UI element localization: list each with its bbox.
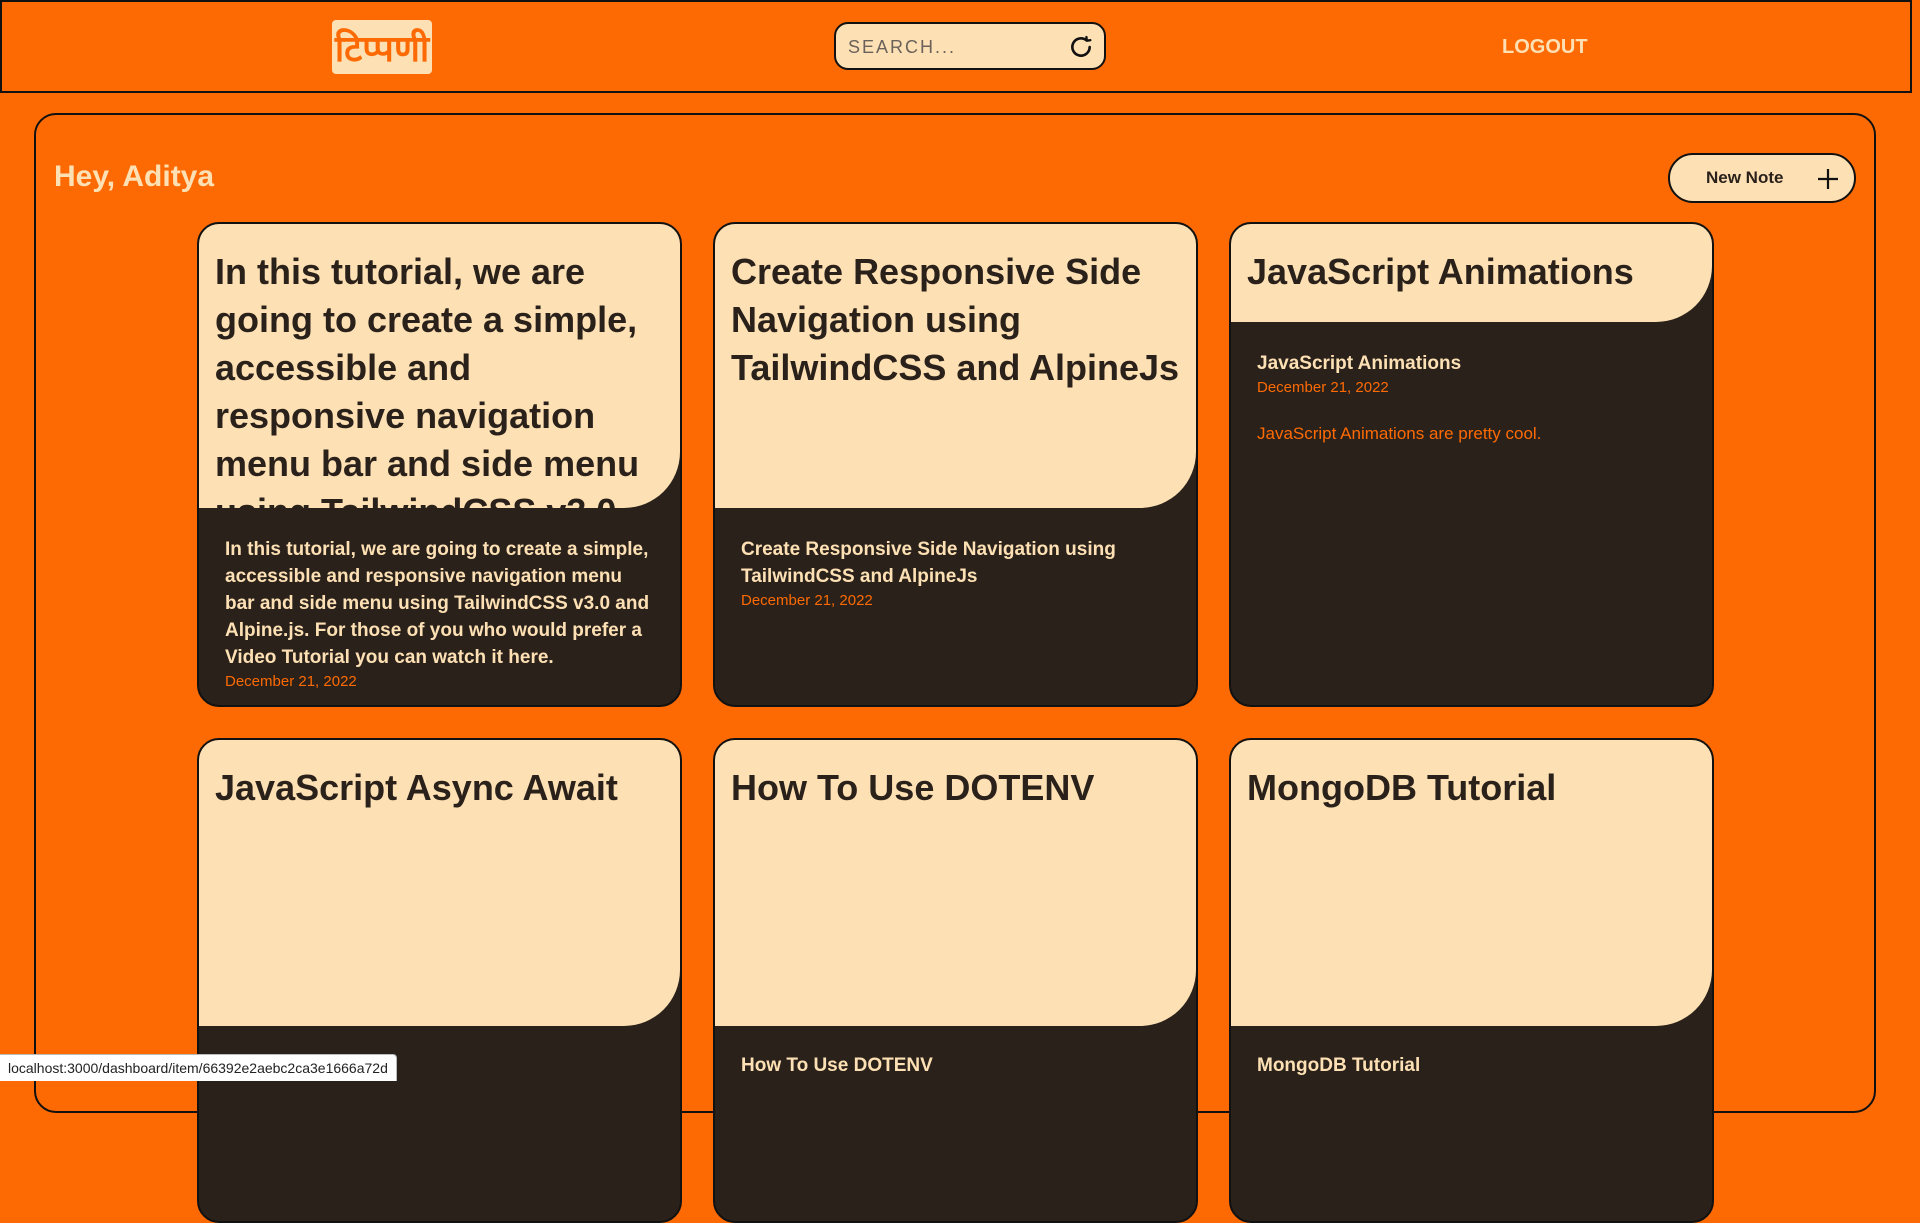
note-card[interactable]: Create Responsive Side Navigation using … (713, 222, 1198, 707)
note-card-header: JavaScript Async Await (199, 740, 680, 1026)
greeting-heading: Hey, Aditya (54, 160, 215, 193)
note-body-title: JavaScript Animations (1257, 353, 1462, 374)
note-card[interactable]: MongoDB Tutorial MongoDB Tutorial (1229, 738, 1714, 1223)
note-title: In this tutorial, we are going to create… (215, 251, 640, 508)
note-body-title: MongoDB Tutorial (1257, 1055, 1421, 1076)
note-title: JavaScript Animations (1247, 251, 1634, 292)
note-card[interactable]: JavaScript Animations JavaScript Animati… (1229, 222, 1714, 707)
note-title: How To Use DOTENV (731, 767, 1095, 808)
note-date: December 21, 2022 (741, 592, 873, 609)
new-note-button[interactable]: New Note (1668, 153, 1856, 203)
app-logo[interactable]: टिप्पणी (332, 20, 432, 74)
logo-text: टिप्पणी (334, 27, 430, 69)
logout-link[interactable]: LOGOUT (1502, 36, 1588, 59)
note-title: MongoDB Tutorial (1247, 767, 1557, 808)
note-card-header: JavaScript Animations (1231, 224, 1712, 322)
note-title: Create Responsive Side Navigation using … (731, 251, 1180, 388)
note-card-body: In this tutorial, we are going to create… (225, 536, 654, 690)
note-card[interactable]: How To Use DOTENV How To Use DOTENV (713, 738, 1198, 1223)
note-card[interactable]: JavaScript Async Await (197, 738, 682, 1223)
note-card-body: JavaScript Animations December 21, 2022 … (1257, 350, 1686, 444)
top-navbar: टिप्पणी LOGOUT (0, 0, 1912, 93)
note-body-title: In this tutorial, we are going to create… (225, 539, 650, 668)
note-card-header: MongoDB Tutorial (1231, 740, 1712, 1026)
search-icon[interactable] (1068, 34, 1094, 60)
note-body-title: How To Use DOTENV (741, 1055, 933, 1076)
note-date: December 21, 2022 (1257, 379, 1389, 396)
plus-icon (1818, 169, 1838, 189)
note-card-body: Create Responsive Side Navigation using … (741, 536, 1170, 609)
note-title: JavaScript Async Await (215, 767, 618, 808)
note-card-header: Create Responsive Side Navigation using … (715, 224, 1196, 508)
note-card-header: How To Use DOTENV (715, 740, 1196, 1026)
note-date: December 21, 2022 (225, 673, 357, 690)
note-body-title: Create Responsive Side Navigation using … (741, 539, 1116, 587)
new-note-label: New Note (1706, 168, 1784, 187)
link-status-bar: localhost:3000/dashboard/item/66392e2aeb… (0, 1054, 397, 1081)
search-box (834, 22, 1106, 70)
search-input[interactable] (846, 30, 1060, 64)
note-description: JavaScript Animations are pretty cool. (1257, 424, 1542, 443)
note-card-body: MongoDB Tutorial (1257, 1052, 1686, 1079)
note-card[interactable]: In this tutorial, we are going to create… (197, 222, 682, 707)
note-card-header: In this tutorial, we are going to create… (199, 224, 680, 508)
note-card-body: How To Use DOTENV (741, 1052, 1170, 1079)
